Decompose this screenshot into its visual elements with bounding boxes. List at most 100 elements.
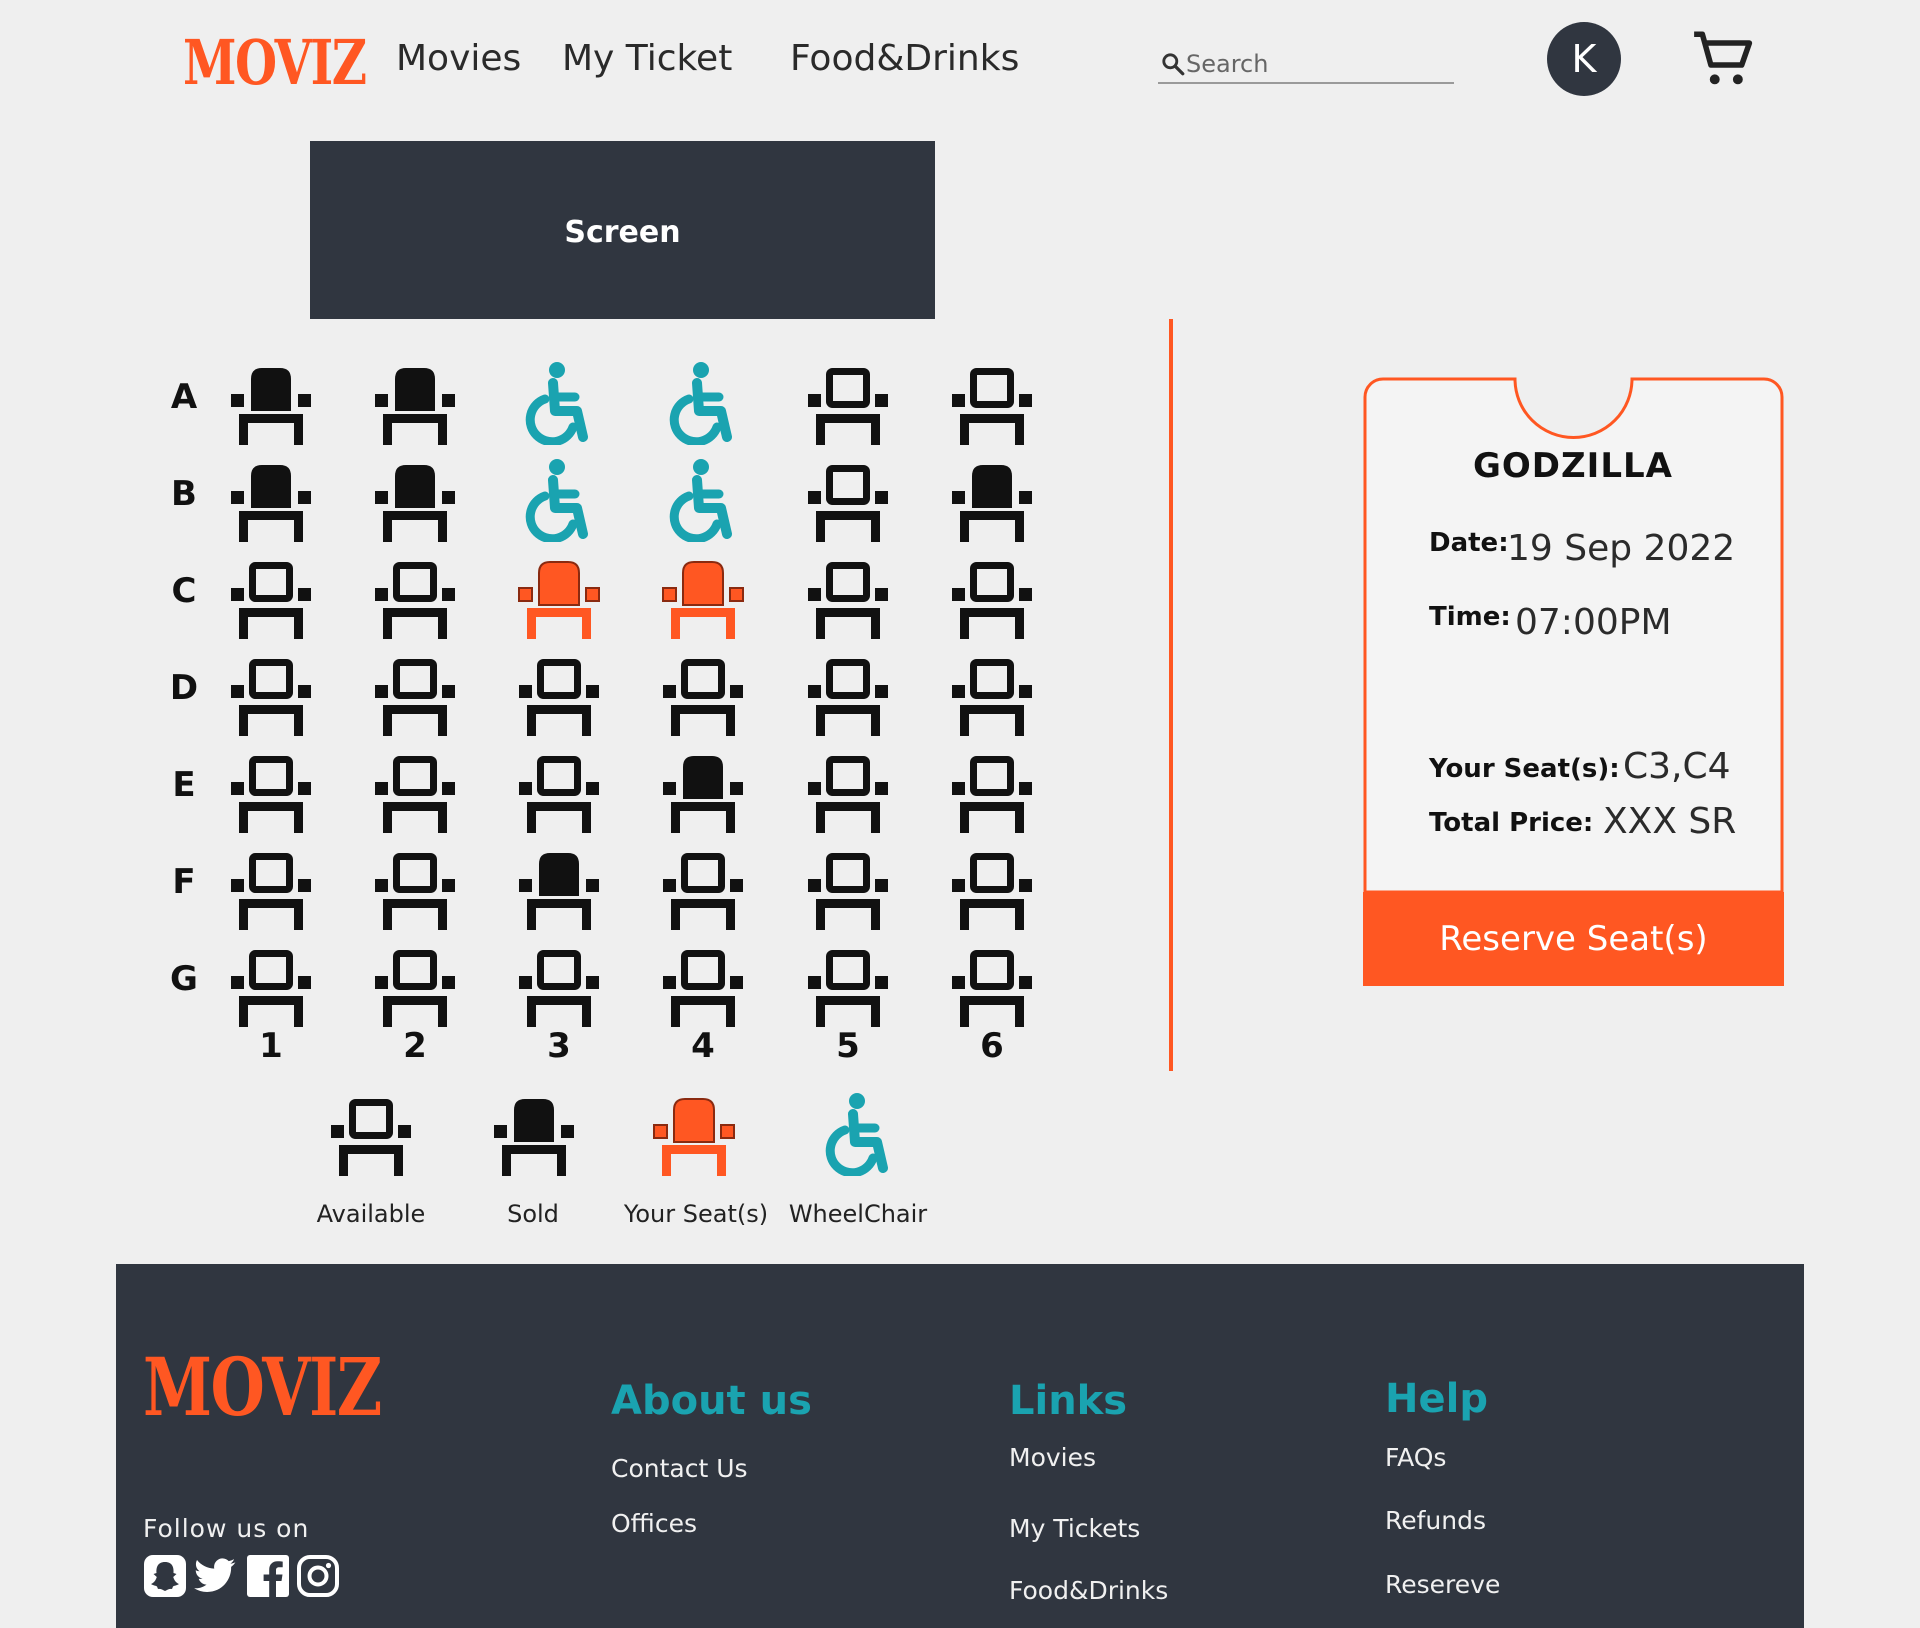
- seat-c2-available[interactable]: [373, 555, 457, 639]
- column-label-4: 4: [691, 1026, 715, 1066]
- seat-e5-available[interactable]: [806, 749, 890, 833]
- seat-e6-available[interactable]: [950, 749, 1034, 833]
- seat-d1-available[interactable]: [229, 652, 313, 736]
- seat-g1-available[interactable]: [229, 943, 313, 1027]
- seat-d5-available[interactable]: [806, 652, 890, 736]
- seat-e3-available[interactable]: [517, 749, 601, 833]
- column-label-1: 1: [259, 1026, 283, 1066]
- footer-links-title: Links: [1009, 1378, 1128, 1424]
- seat-e2-available[interactable]: [373, 749, 457, 833]
- seat-c4-selected[interactable]: [661, 555, 745, 639]
- row-label-c: C: [171, 571, 197, 611]
- seat-a3-wheelchair[interactable]: [517, 361, 601, 447]
- footer: [116, 1264, 1804, 1628]
- seat-b2-sold: [373, 458, 457, 542]
- date-value: 19 Sep 2022: [1507, 528, 1736, 569]
- price-value: XXX SR: [1603, 801, 1737, 842]
- seat-d3-available[interactable]: [517, 652, 601, 736]
- footer-link-contact-us[interactable]: Contact Us: [611, 1454, 748, 1483]
- seat-b3-wheelchair[interactable]: [517, 458, 601, 544]
- footer-about-title: About us: [611, 1378, 812, 1424]
- footer-logo[interactable]: MOVIZ: [143, 1340, 382, 1434]
- seat-g3-available[interactable]: [517, 943, 601, 1027]
- seat-e4-sold: [661, 749, 745, 833]
- footer-link-offices[interactable]: Offices: [611, 1509, 697, 1538]
- footer-link-food-drinks[interactable]: Food&Drinks: [1009, 1576, 1168, 1605]
- reserve-seats-button[interactable]: Reserve Seat(s): [1363, 892, 1784, 986]
- row-label-f: F: [172, 862, 196, 902]
- facebook-icon[interactable]: [246, 1554, 290, 1598]
- legend-sold-icon: [492, 1092, 576, 1176]
- price-label: Total Price:: [1429, 808, 1594, 838]
- seat-c1-available[interactable]: [229, 555, 313, 639]
- legend-available-label: Available: [316, 1200, 426, 1228]
- seat-g2-available[interactable]: [373, 943, 457, 1027]
- seat-d2-available[interactable]: [373, 652, 457, 736]
- row-label-b: B: [171, 474, 197, 514]
- seat-e1-available[interactable]: [229, 749, 313, 833]
- seat-a1-sold: [229, 361, 313, 445]
- time-label: Time:: [1429, 602, 1511, 632]
- divider: [1169, 319, 1173, 1071]
- seat-a5-available[interactable]: [806, 361, 890, 445]
- seat-b1-sold: [229, 458, 313, 542]
- instagram-icon[interactable]: [296, 1554, 340, 1598]
- row-label-d: D: [169, 668, 199, 708]
- footer-link-faqs[interactable]: FAQs: [1385, 1443, 1446, 1472]
- seat-f5-available[interactable]: [806, 846, 890, 930]
- legend-sold-label: Sold: [507, 1200, 559, 1228]
- legend-selected-icon: [652, 1092, 736, 1176]
- seat-f3-sold: [517, 846, 601, 930]
- seat-c6-available[interactable]: [950, 555, 1034, 639]
- seat-b4-wheelchair[interactable]: [661, 458, 745, 544]
- search-input[interactable]: [1186, 50, 1446, 78]
- legend-available-icon: [329, 1092, 413, 1176]
- search-icon: [1162, 53, 1185, 76]
- seat-f1-available[interactable]: [229, 846, 313, 930]
- seat-g4-available[interactable]: [661, 943, 745, 1027]
- footer-link-movies[interactable]: Movies: [1009, 1443, 1096, 1472]
- row-label-a: A: [170, 377, 198, 417]
- movie-title: GODZILLA: [1473, 446, 1673, 486]
- seat-c5-available[interactable]: [806, 555, 890, 639]
- seat-d6-available[interactable]: [950, 652, 1034, 736]
- column-label-2: 2: [403, 1026, 427, 1066]
- row-label-g: G: [170, 959, 198, 999]
- seat-d4-available[interactable]: [661, 652, 745, 736]
- nav-movies[interactable]: Movies: [396, 38, 521, 79]
- seat-a4-wheelchair[interactable]: [661, 361, 745, 447]
- column-label-3: 3: [547, 1026, 571, 1066]
- twitter-icon[interactable]: [190, 1554, 240, 1598]
- snapchat-icon[interactable]: [143, 1554, 187, 1598]
- nav-food-drinks[interactable]: Food&Drinks: [790, 38, 1019, 79]
- seat-f4-available[interactable]: [661, 846, 745, 930]
- legend-wheelchair-icon: [817, 1092, 901, 1178]
- seat-c3-selected[interactable]: [517, 555, 601, 639]
- seats-label: Your Seat(s):: [1429, 754, 1620, 784]
- date-label: Date:: [1429, 528, 1509, 558]
- search-bar: [1158, 48, 1454, 84]
- legend-selected-label: Your Seat(s): [623, 1200, 769, 1228]
- logo[interactable]: MOVIZ: [183, 26, 367, 99]
- seats-value: C3,C4: [1623, 746, 1731, 787]
- footer-link-my-tickets[interactable]: My Tickets: [1009, 1514, 1140, 1543]
- footer-link-refunds[interactable]: Refunds: [1385, 1506, 1486, 1535]
- seat-f2-available[interactable]: [373, 846, 457, 930]
- nav-my-ticket[interactable]: My Ticket: [562, 38, 732, 79]
- seat-b5-available[interactable]: [806, 458, 890, 542]
- legend-wheelchair-label: WheelChair: [788, 1200, 928, 1228]
- seat-a6-available[interactable]: [950, 361, 1034, 445]
- seat-g6-available[interactable]: [950, 943, 1034, 1027]
- seat-f6-available[interactable]: [950, 846, 1034, 930]
- row-label-e: E: [172, 765, 196, 805]
- seat-g5-available[interactable]: [806, 943, 890, 1027]
- seat-a2-sold: [373, 361, 457, 445]
- cart-icon[interactable]: [1690, 26, 1756, 96]
- footer-link-reserve[interactable]: Resereve: [1385, 1570, 1500, 1599]
- screen-display: Screen: [310, 141, 935, 319]
- column-label-5: 5: [836, 1026, 860, 1066]
- time-value: 07:00PM: [1515, 602, 1672, 643]
- avatar[interactable]: K: [1547, 22, 1621, 96]
- follow-us-text: Follow us on: [143, 1514, 310, 1543]
- footer-help-title: Help: [1385, 1376, 1488, 1422]
